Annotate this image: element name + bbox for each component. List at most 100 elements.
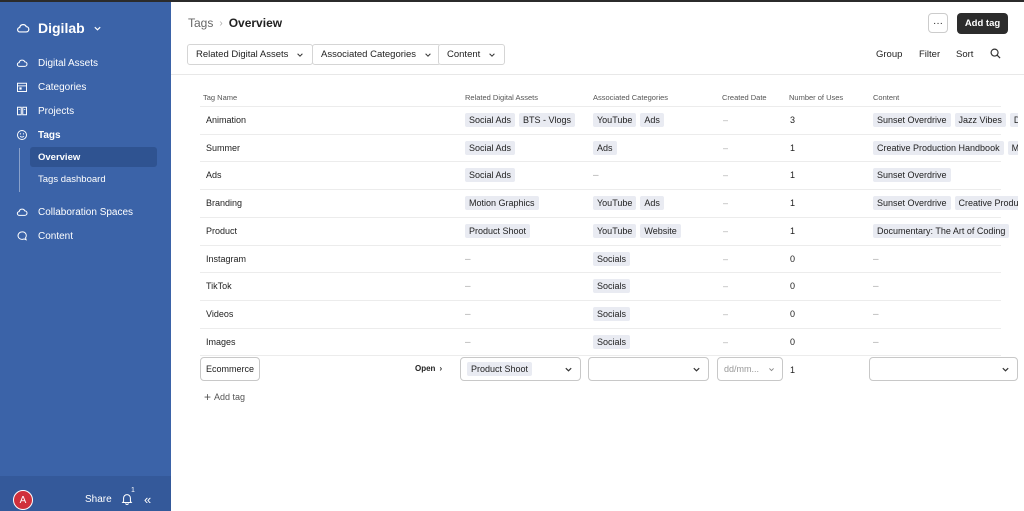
empty-value: – xyxy=(465,253,471,265)
header-divider xyxy=(171,74,1024,75)
chat-icon xyxy=(17,231,27,241)
chevron-down-icon xyxy=(425,52,431,57)
more-options-button[interactable]: ··· xyxy=(928,13,948,33)
content-chip[interactable]: M xyxy=(1007,140,1018,155)
related-asset-chip[interactable]: Motion Graphics xyxy=(465,196,539,211)
workspace-switcher[interactable]: Digilab xyxy=(16,20,102,36)
category-cell: YouTube Ads xyxy=(593,196,713,211)
category-chip[interactable]: YouTube xyxy=(593,223,637,238)
category-cell: YouTube Ads xyxy=(593,113,713,127)
content-cell: – xyxy=(873,281,1018,292)
content-chip[interactable]: Documentary: The Art of Coding xyxy=(873,223,1010,238)
content-cell: Creative Production Handbook M xyxy=(873,140,1018,155)
sort-button[interactable]: Sort xyxy=(956,49,973,60)
tag-name-cell: Videos xyxy=(206,308,234,319)
date-placeholder: dd/mm... xyxy=(724,364,760,374)
content-chip[interactable]: Sunset Overdrive xyxy=(873,113,951,127)
row-divider xyxy=(200,272,1001,274)
content-chip[interactable]: Creative Produ xyxy=(954,196,1018,211)
category-chip[interactable]: Socials xyxy=(593,334,631,349)
related-asset-cell: Social Ads xyxy=(465,168,578,183)
category-chip[interactable]: Ads xyxy=(640,196,664,211)
cloud-icon xyxy=(17,24,30,33)
add-tag-button[interactable]: Add tag xyxy=(957,13,1008,34)
collapse-sidebar-icon[interactable]: « xyxy=(144,492,151,507)
add-tag-row-button[interactable]: + Add tag xyxy=(204,390,245,404)
number-of-uses-cell: 3 xyxy=(790,115,796,125)
column-header-content[interactable]: Content xyxy=(873,93,899,102)
share-button[interactable]: Share xyxy=(85,494,112,505)
empty-value: – xyxy=(873,308,879,320)
content-cell: – xyxy=(873,309,1018,320)
tag-name-cell: Ads xyxy=(206,170,222,181)
sidebar-item-tags[interactable]: Tags xyxy=(16,125,61,145)
column-header-associated-categories[interactable]: Associated Categories xyxy=(593,93,668,102)
sidebar-item-collaboration-spaces[interactable]: Collaboration Spaces xyxy=(16,202,133,222)
column-header-number-of-uses[interactable]: Number of Uses xyxy=(789,93,843,102)
filter-content[interactable]: Content xyxy=(438,44,506,65)
category-chip[interactable]: YouTube xyxy=(593,113,637,127)
filter-related-digital-assets[interactable]: Related Digital Assets xyxy=(187,44,314,65)
content-chip[interactable]: Do xyxy=(1009,113,1018,127)
sidebar-item-label: Tags xyxy=(38,129,61,141)
sidebar-item-content[interactable]: Content xyxy=(16,226,73,246)
sidebar-item-label: Content xyxy=(38,230,74,242)
number-of-uses-cell: 1 xyxy=(790,142,796,153)
content-select[interactable] xyxy=(869,357,1018,381)
chevron-down-icon xyxy=(94,26,101,31)
book-icon xyxy=(17,106,27,116)
chevron-down-icon xyxy=(565,367,572,372)
sidebar-subitem-tags-dashboard[interactable]: Tags dashboard xyxy=(30,169,157,189)
tag-name-cell: Instagram xyxy=(206,253,247,264)
sidebar-item-label: Projects xyxy=(38,105,75,117)
category-chip[interactable]: Socials xyxy=(593,306,631,321)
related-asset-chip[interactable]: Social Ads xyxy=(465,140,516,155)
breadcrumb-parent[interactable]: Tags xyxy=(188,16,213,30)
tag-name-input[interactable]: Ecommerce xyxy=(200,357,260,381)
number-of-uses-cell: 0 xyxy=(790,308,796,319)
category-chip[interactable]: Socials xyxy=(593,251,631,266)
column-header-tag-name[interactable]: Tag Name xyxy=(203,93,237,102)
sidebar-item-label: Digital Assets xyxy=(38,57,99,69)
created-date-cell: – xyxy=(723,336,729,347)
category-chip[interactable]: Ads xyxy=(593,140,617,155)
sidebar-subitem-label: Overview xyxy=(38,151,81,163)
sidebar-item-projects[interactable]: Projects xyxy=(16,101,74,121)
filter-label: Associated Categories xyxy=(321,49,417,60)
created-date-input[interactable]: dd/mm... xyxy=(717,357,783,381)
category-chip[interactable]: Website xyxy=(640,223,681,238)
search-icon[interactable] xyxy=(990,48,1001,59)
filter-button[interactable]: Filter xyxy=(919,49,940,60)
avatar[interactable]: A xyxy=(13,490,33,510)
related-asset-chip[interactable]: Product Shoot xyxy=(465,223,531,238)
chevron-down-icon xyxy=(693,367,700,372)
open-row-button[interactable]: Open › xyxy=(415,364,442,373)
associated-categories-select[interactable] xyxy=(588,357,709,381)
related-asset-chip[interactable]: Social Ads xyxy=(465,113,516,127)
sidebar-item-digital-assets[interactable]: Digital Assets xyxy=(16,53,98,73)
content-chip[interactable]: Sunset Overdrive xyxy=(873,196,951,211)
group-button[interactable]: Group xyxy=(876,49,902,60)
category-chip[interactable]: YouTube xyxy=(593,196,637,211)
created-date-cell: – xyxy=(723,225,729,236)
tag-name-cell: Branding xyxy=(206,198,243,209)
content-chip[interactable]: Jazz Vibes xyxy=(954,113,1006,127)
category-chip[interactable]: Socials xyxy=(593,279,631,294)
content-chip[interactable]: Sunset Overdrive xyxy=(873,168,951,183)
sidebar-subitem-overview[interactable]: Overview xyxy=(30,147,157,167)
number-of-uses-cell: 0 xyxy=(790,336,796,347)
column-header-created-date[interactable]: Created Date xyxy=(722,93,767,102)
related-asset-cell: Social Ads xyxy=(465,140,578,155)
related-asset-chip[interactable]: BTS - Vlogs xyxy=(519,113,576,127)
category-chip[interactable]: Ads xyxy=(640,113,664,127)
tag-name-cell: Animation xyxy=(206,115,247,125)
related-asset-chip[interactable]: Social Ads xyxy=(465,168,516,183)
related-digital-assets-select[interactable]: Product Shoot xyxy=(460,357,581,381)
row-divider xyxy=(200,244,1001,246)
column-header-related-digital-assets[interactable]: Related Digital Assets xyxy=(465,93,538,102)
content-chip[interactable]: Creative Production Handbook xyxy=(873,140,1004,155)
filter-associated-categories[interactable]: Associated Categories xyxy=(312,44,442,65)
sidebar-item-categories[interactable]: Categories xyxy=(16,77,86,97)
workspace-name: Digilab xyxy=(38,20,85,36)
number-of-uses-cell: 0 xyxy=(790,281,796,292)
